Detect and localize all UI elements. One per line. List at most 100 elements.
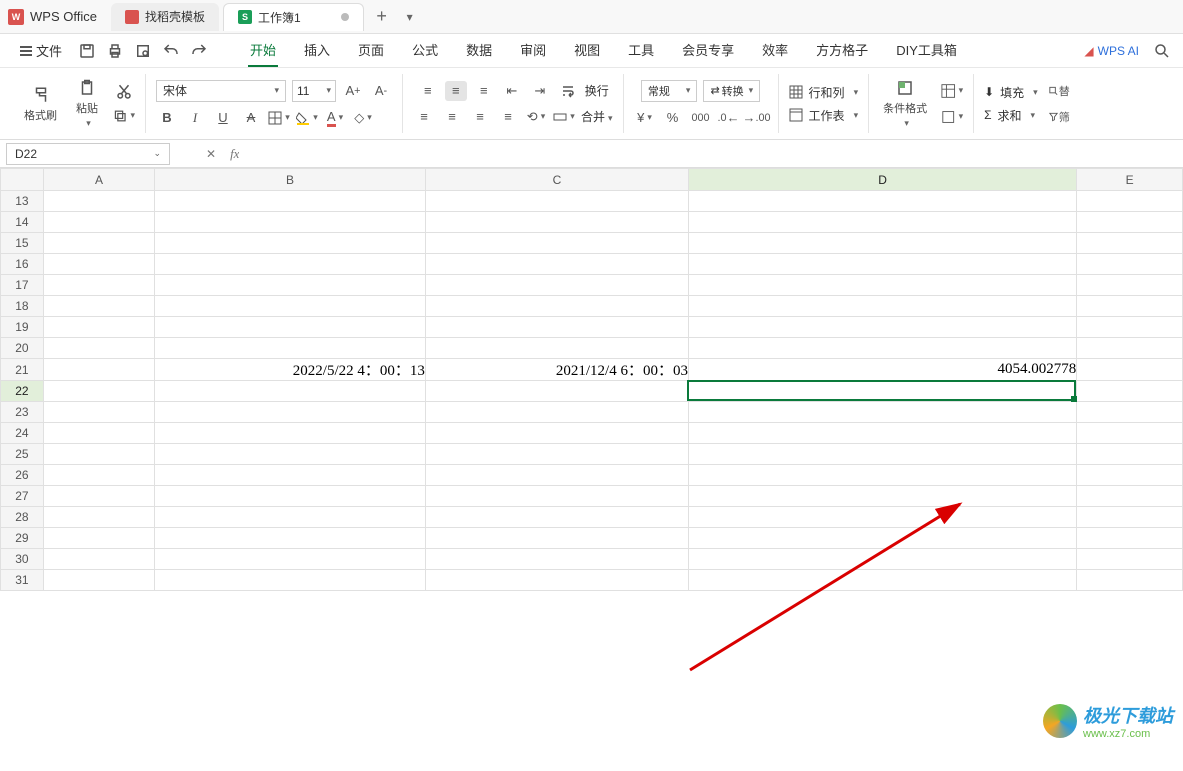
cell-B15[interactable] <box>155 233 426 254</box>
align-center-button[interactable]: ≡ <box>441 107 463 127</box>
cell-D24[interactable] <box>688 423 1076 444</box>
column-header-C[interactable]: C <box>425 169 688 191</box>
row-header-24[interactable]: 24 <box>1 423 44 444</box>
align-top-button[interactable]: ≡ <box>417 81 439 101</box>
ribbon-tab-member[interactable]: 会员专享 <box>680 34 736 67</box>
ribbon-tab-formula[interactable]: 公式 <box>410 34 440 67</box>
cell-D27[interactable] <box>688 486 1076 507</box>
cell-A17[interactable] <box>43 275 154 296</box>
increase-decimal-button[interactable]: →.00 <box>746 108 768 128</box>
search-button[interactable]: 替 <box>1048 81 1070 101</box>
row-header-18[interactable]: 18 <box>1 296 44 317</box>
strikethrough-button[interactable]: A <box>240 108 262 128</box>
cell-E15[interactable] <box>1077 233 1183 254</box>
cell-E13[interactable] <box>1077 191 1183 212</box>
file-menu-button[interactable]: 文件 <box>12 37 70 64</box>
cell-C19[interactable] <box>425 317 688 338</box>
cell-D28[interactable] <box>688 507 1076 528</box>
cell-E19[interactable] <box>1077 317 1183 338</box>
column-header-B[interactable]: B <box>155 169 426 191</box>
increase-font-button[interactable]: A+ <box>342 81 364 101</box>
row-header-15[interactable]: 15 <box>1 233 44 254</box>
column-header-D[interactable]: D <box>688 169 1076 191</box>
cell-D26[interactable] <box>688 465 1076 486</box>
cell-D30[interactable] <box>688 549 1076 570</box>
cell-A18[interactable] <box>43 296 154 317</box>
cell-B31[interactable] <box>155 570 426 591</box>
filter-button[interactable]: 筛 <box>1048 107 1070 127</box>
row-header-23[interactable]: 23 <box>1 402 44 423</box>
cancel-formula-icon[interactable]: ✕ <box>206 147 216 161</box>
decrease-font-button[interactable]: A- <box>370 81 392 101</box>
cell-D29[interactable] <box>688 528 1076 549</box>
row-header-17[interactable]: 17 <box>1 275 44 296</box>
font-size-select[interactable]: 11▾ <box>292 80 336 102</box>
number-format-select[interactable]: 常规▾ <box>641 80 698 102</box>
cell-B13[interactable] <box>155 191 426 212</box>
cell-E22[interactable] <box>1077 381 1183 402</box>
comma-button[interactable]: 000 <box>690 108 712 128</box>
percent-button[interactable]: % <box>662 108 684 128</box>
cell-A14[interactable] <box>43 212 154 233</box>
cell-D23[interactable] <box>688 402 1076 423</box>
tab-templates[interactable]: 找稻壳模板 <box>111 3 219 31</box>
cell-A30[interactable] <box>43 549 154 570</box>
ribbon-tab-ffgz[interactable]: 方方格子 <box>814 34 870 67</box>
redo-icon[interactable] <box>190 42 208 60</box>
cell-A24[interactable] <box>43 423 154 444</box>
cell-E27[interactable] <box>1077 486 1183 507</box>
cell-C21[interactable]: 2021/12/4 6：00：03 <box>425 359 688 381</box>
cell-D22[interactable] <box>688 381 1076 402</box>
cell-E28[interactable] <box>1077 507 1183 528</box>
cell-A29[interactable] <box>43 528 154 549</box>
row-header-28[interactable]: 28 <box>1 507 44 528</box>
align-bottom-button[interactable]: ≡ <box>473 81 495 101</box>
cell-C16[interactable] <box>425 254 688 275</box>
tab-close-icon[interactable] <box>341 13 349 21</box>
cell-B16[interactable] <box>155 254 426 275</box>
cell-A25[interactable] <box>43 444 154 465</box>
row-header-31[interactable]: 31 <box>1 570 44 591</box>
cell-C17[interactable] <box>425 275 688 296</box>
ribbon-tab-tools[interactable]: 工具 <box>626 34 656 67</box>
cell-C29[interactable] <box>425 528 688 549</box>
cell-A15[interactable] <box>43 233 154 254</box>
ribbon-tab-data[interactable]: 数据 <box>464 34 494 67</box>
cell-B19[interactable] <box>155 317 426 338</box>
align-right-button[interactable]: ≡ <box>469 107 491 127</box>
justify-button[interactable]: ≡ <box>497 107 519 127</box>
row-header-27[interactable]: 27 <box>1 486 44 507</box>
cell-C25[interactable] <box>425 444 688 465</box>
merge-button[interactable] <box>553 107 575 127</box>
orientation-button[interactable]: ⟲ <box>525 107 547 127</box>
cell-E31[interactable] <box>1077 570 1183 591</box>
cell-C14[interactable] <box>425 212 688 233</box>
cell-B27[interactable] <box>155 486 426 507</box>
ribbon-tab-page[interactable]: 页面 <box>356 34 386 67</box>
cell-E23[interactable] <box>1077 402 1183 423</box>
copy-button[interactable] <box>113 106 135 126</box>
cell-B20[interactable] <box>155 338 426 359</box>
cell-A22[interactable] <box>43 381 154 402</box>
ribbon-tab-diy[interactable]: DIY工具箱 <box>894 34 959 67</box>
cell-E16[interactable] <box>1077 254 1183 275</box>
sum-button[interactable]: Σ 求和 <box>984 107 1035 124</box>
cell-C22[interactable] <box>425 381 688 402</box>
row-header-21[interactable]: 21 <box>1 359 44 381</box>
cell-A27[interactable] <box>43 486 154 507</box>
cell-D17[interactable] <box>688 275 1076 296</box>
cell-D21[interactable]: 4054.002778 <box>688 359 1076 381</box>
ribbon-tab-view[interactable]: 视图 <box>572 34 602 67</box>
fill-color-button[interactable] <box>296 108 318 128</box>
merge-label[interactable]: 合并 <box>581 108 613 125</box>
worksheet-button[interactable]: 工作表 <box>789 107 859 124</box>
cell-A19[interactable] <box>43 317 154 338</box>
cell-D15[interactable] <box>688 233 1076 254</box>
cell-C18[interactable] <box>425 296 688 317</box>
print-preview-icon[interactable] <box>134 42 152 60</box>
fill-button[interactable]: ⬇ 填充 <box>984 84 1038 101</box>
cell-D13[interactable] <box>688 191 1076 212</box>
rows-cols-button[interactable]: 行和列 <box>789 84 859 101</box>
cell-A31[interactable] <box>43 570 154 591</box>
tab-workbook[interactable]: S 工作簿1 <box>223 3 364 31</box>
